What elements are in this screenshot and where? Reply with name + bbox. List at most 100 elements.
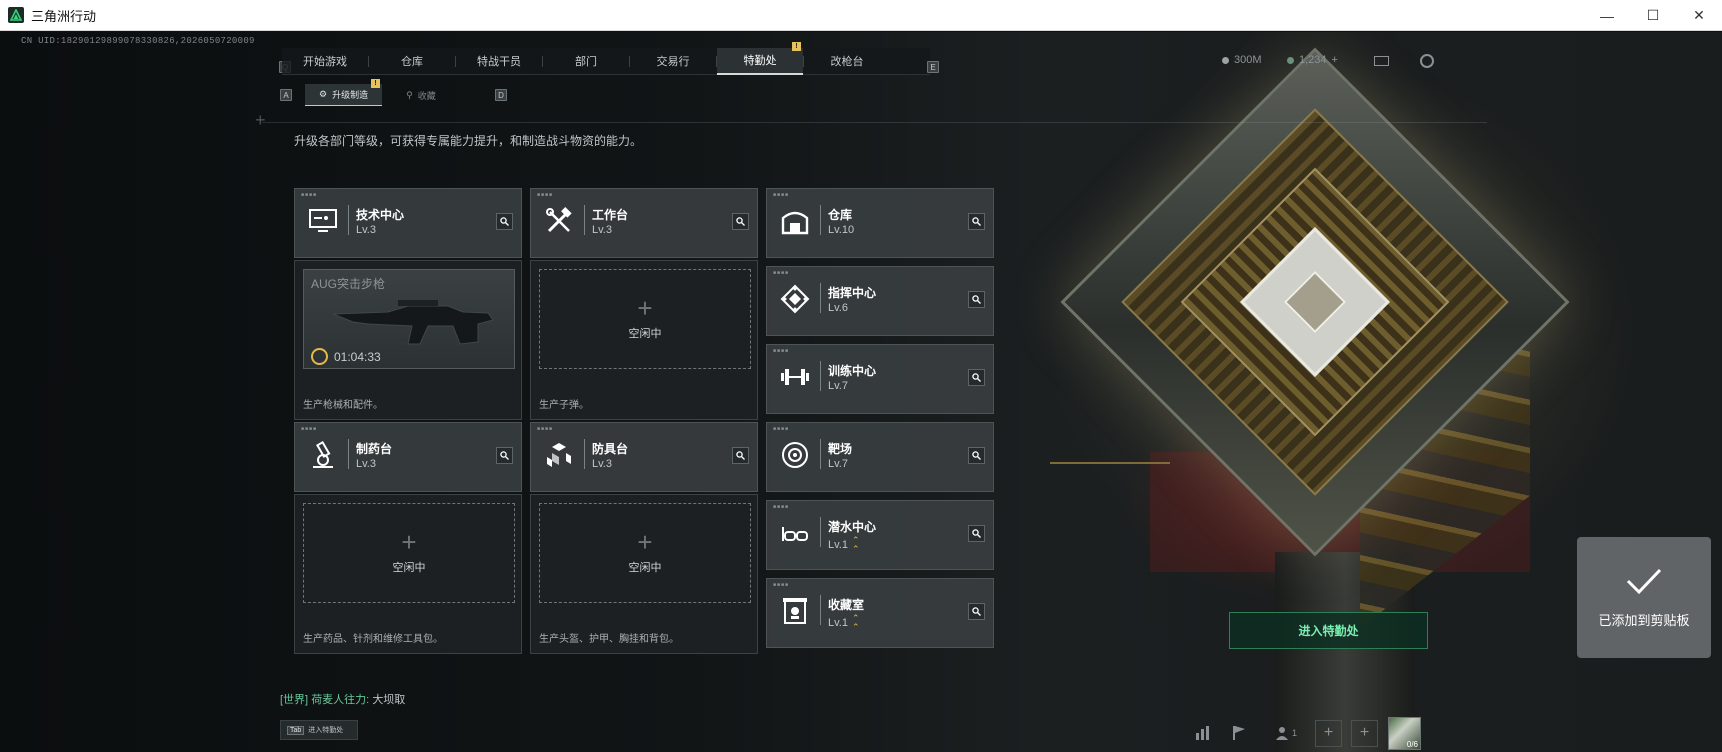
stats-icon[interactable] <box>1190 720 1216 746</box>
flag-icon[interactable] <box>1226 720 1252 746</box>
search-icon <box>972 373 981 382</box>
slot-status: 空闲中 <box>392 562 426 574</box>
tab-key: Tab <box>287 725 305 735</box>
avatar-label: 0/6 <box>1406 739 1418 749</box>
production-item[interactable]: AUG突击步枪 01:04:33 <box>303 269 515 369</box>
enter-special-ops-button[interactable]: 进入特勤处 <box>1229 612 1428 649</box>
divider-line <box>262 122 1487 123</box>
target-icon <box>777 437 813 473</box>
slot-status: 空闲中 <box>628 562 662 574</box>
facility-name: 收藏室 <box>828 598 865 612</box>
facility-card-diving-center[interactable]: ■■■■ 潜水中心 Lv.1 ⌃ ⌃ <box>766 500 994 570</box>
production-item-name: AUG突击步枪 <box>311 277 386 291</box>
tab-special-ops[interactable]: 特勤处 ! <box>717 41 803 75</box>
tab-start-game[interactable]: 开始游戏 <box>282 48 368 75</box>
settings-icon[interactable] <box>1420 54 1434 68</box>
ticket-icon <box>1287 56 1294 64</box>
ticket-amount: 1,234 <box>1299 54 1327 66</box>
close-button[interactable]: ✕ <box>1676 0 1722 31</box>
inspect-button[interactable] <box>968 525 985 542</box>
search-icon <box>736 451 745 460</box>
production-slot-pharmacy[interactable]: + 空闲中 生产药品、针剂和维修工具包。 <box>294 494 522 654</box>
facility-name: 制药台 <box>356 442 393 456</box>
facility-level: Lv.6 <box>828 302 848 314</box>
facility-card-shooting-range[interactable]: ■■■■ 靶场 Lv.7 <box>766 422 994 492</box>
party-button[interactable]: 1 <box>1266 720 1306 746</box>
inspect-button[interactable] <box>968 447 985 464</box>
chat-message: 大坝取 <box>372 694 406 706</box>
toast-message: 已添加到剪贴板 <box>1598 613 1690 628</box>
tab-warehouse[interactable]: 仓库 <box>369 48 455 75</box>
app-logo-icon <box>8 7 24 23</box>
production-slot-tech-center[interactable]: AUG突击步枪 01:04:33 生产枪械和配件。 <box>294 260 522 420</box>
tab-shortcut-hint[interactable]: Tab 进入特勤处 <box>280 720 358 740</box>
production-slot-workbench[interactable]: + 空闲中 生产子弹。 <box>530 260 758 420</box>
minimize-button[interactable]: — <box>1584 0 1630 31</box>
inspect-button[interactable] <box>968 369 985 386</box>
facility-card-tech-center[interactable]: ■■■■ 技术中心 Lv.3 <box>294 188 522 258</box>
subtab-upgrade-craft[interactable]: ⚙ 升级制造 ! <box>305 79 383 106</box>
facility-card-training-center[interactable]: ■■■■ 训练中心 Lv.7 <box>766 344 994 414</box>
facility-level: Lv.1 <box>828 539 848 551</box>
subtab-collection-label: 收藏 <box>417 90 436 101</box>
monitor-icon <box>305 203 341 239</box>
special-ops-cube-art <box>1060 47 1570 629</box>
facility-level: Lv.3 <box>356 458 376 470</box>
inspect-button[interactable] <box>968 291 985 308</box>
trophy-icon: ⚲ <box>406 89 413 100</box>
empty-slot[interactable]: + 空闲中 <box>303 503 515 603</box>
empty-slot[interactable]: + 空闲中 <box>539 503 751 603</box>
inspect-button[interactable] <box>732 213 749 230</box>
facility-name: 指挥中心 <box>828 286 877 300</box>
page-description: 升级各部门等级，可获得专属能力提升，和制造战斗物资的能力。 <box>294 134 643 148</box>
upgrade-available-icon: ⌃ ⌃ <box>851 535 860 554</box>
subtab-collection[interactable]: ⚲ 收藏 <box>392 84 450 106</box>
production-slot-armor-bench[interactable]: + 空闲中 生产头盔、护甲、胸挂和背包。 <box>530 494 758 654</box>
chat-line[interactable]: [世界] 荷麦人往力: 大坝取 <box>280 691 405 707</box>
tab-trading[interactable]: 交易行 <box>630 48 716 75</box>
tab-operators[interactable]: 特战干员 <box>456 48 542 75</box>
facility-card-workbench[interactable]: ■■■■ 工作台 Lv.3 <box>530 188 758 258</box>
facility-card-command-center[interactable]: ■■■■ 指挥中心 Lv.6 <box>766 266 994 336</box>
slot-description: 生产药品、针剂和维修工具包。 <box>303 634 443 645</box>
checkmark-icon <box>1626 568 1662 595</box>
subnav-prev-key[interactable]: A <box>280 89 292 101</box>
search-icon <box>972 451 981 460</box>
facility-name: 仓库 <box>828 208 853 222</box>
facility-level: Lv.1 <box>828 617 848 629</box>
tab-departments[interactable]: 部门 <box>543 48 629 75</box>
subnav-next-key[interactable]: D <box>495 89 507 101</box>
inspect-button[interactable] <box>496 213 513 230</box>
invite-slot-1[interactable]: + <box>1315 719 1342 747</box>
facility-card-armor-bench[interactable]: ■■■■ 防具台 Lv.3 <box>530 422 758 492</box>
topup-button[interactable]: + <box>1332 54 1338 66</box>
facility-name: 靶场 <box>828 442 853 456</box>
invite-slot-2[interactable]: + <box>1351 719 1378 747</box>
mail-icon[interactable] <box>1374 56 1389 66</box>
empty-slot[interactable]: + 空闲中 <box>539 269 751 369</box>
production-timer: 01:04:33 <box>334 350 381 364</box>
ticket-balance: 1,234 + <box>1287 54 1338 66</box>
slot-description: 生产枪械和配件。 <box>303 400 383 411</box>
aug-rifle-image <box>332 300 494 345</box>
inspect-button[interactable] <box>496 447 513 464</box>
facility-level-row: Lv.1 ⌃ ⌃ <box>828 614 860 632</box>
tab-gunsmith[interactable]: 改枪台 <box>804 48 890 75</box>
inspect-button[interactable] <box>732 447 749 464</box>
nav-next-key[interactable]: E <box>927 61 939 73</box>
search-icon <box>972 217 981 226</box>
inspect-button[interactable] <box>968 603 985 620</box>
facility-card-pharmacy[interactable]: ■■■■ 制药台 Lv.3 <box>294 422 522 492</box>
dumbbell-icon <box>777 359 813 395</box>
upgrade-available-icon: ⌃ ⌃ <box>851 613 860 632</box>
add-icon: + <box>637 293 653 323</box>
avatar[interactable]: 0/6 <box>1388 716 1421 750</box>
facility-card-storage[interactable]: ■■■■ 仓库 Lv.10 <box>766 188 994 258</box>
uid-label: CN UID:18290129899078330826,202605072000… <box>21 36 255 46</box>
inspect-button[interactable] <box>968 213 985 230</box>
facility-card-collection-room[interactable]: ■■■■ 收藏室 Lv.1 ⌃ ⌃ <box>766 578 994 648</box>
search-icon <box>972 607 981 616</box>
main-nav: 开始游戏 仓库 特战干员 部门 交易行 特勤处 ! 改枪台 <box>282 41 930 75</box>
maximize-button[interactable]: ☐ <box>1630 0 1676 31</box>
search-icon <box>972 529 981 538</box>
